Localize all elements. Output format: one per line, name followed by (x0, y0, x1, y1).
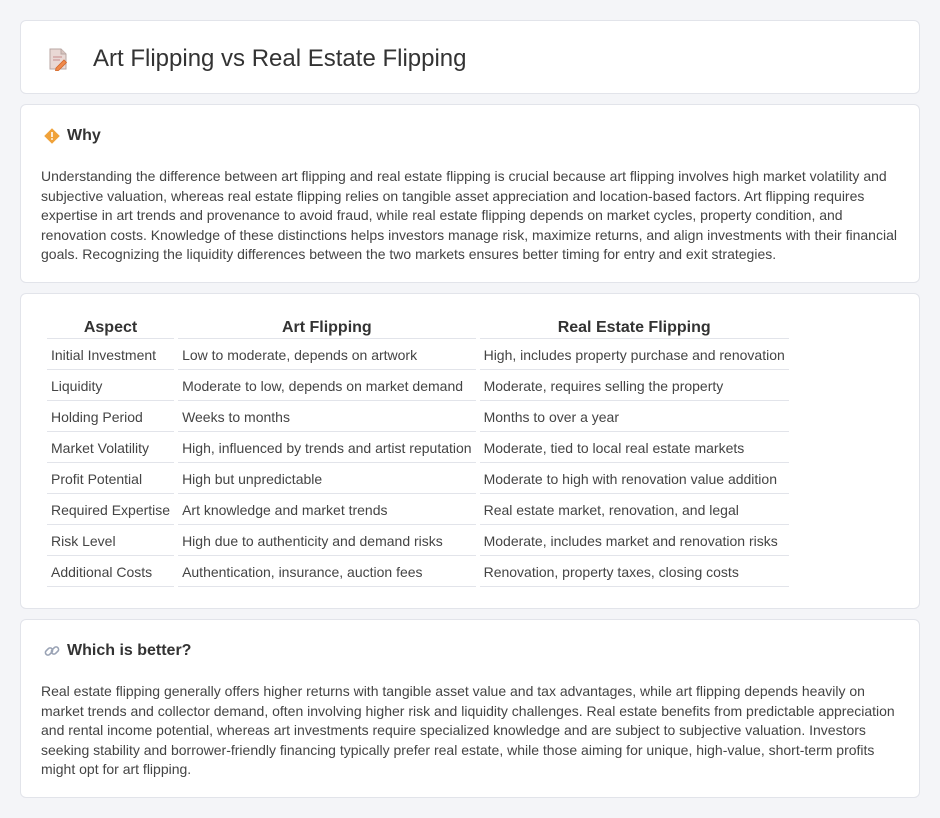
art-cell: Art knowledge and market trends (178, 496, 476, 525)
real-estate-cell: Moderate, tied to local real estate mark… (479, 434, 789, 463)
art-cell: Moderate to low, depends on market deman… (178, 372, 476, 401)
document-pencil-icon (49, 48, 68, 71)
column-header-real-estate: Real Estate Flipping (479, 316, 789, 339)
aspect-cell: Profit Potential (47, 465, 175, 494)
table-row: Risk Level High due to authenticity and … (47, 527, 789, 556)
aspect-cell: Holding Period (47, 403, 175, 432)
real-estate-cell: Real estate market, renovation, and lega… (479, 496, 789, 525)
page-title: Art Flipping vs Real Estate Flipping (93, 45, 467, 72)
why-heading-row: Why (43, 127, 101, 145)
why-text: Understanding the difference between art… (41, 168, 897, 262)
diamond-warning-icon (44, 128, 60, 144)
table-row: Profit Potential High but unpredictable … (47, 465, 789, 494)
real-estate-cell: Moderate, requires selling the property (479, 372, 789, 401)
real-estate-cell: Months to over a year (479, 403, 789, 432)
art-cell: High due to authenticity and demand risk… (178, 527, 476, 556)
comparison-table: Aspect Art Flipping Real Estate Flipping… (43, 314, 793, 589)
better-heading-row: Which is better? (43, 642, 191, 660)
aspect-cell: Market Volatility (47, 434, 175, 463)
art-cell: High, influenced by trends and artist re… (178, 434, 476, 463)
aspect-cell: Required Expertise (47, 496, 175, 525)
table-row: Initial Investment Low to moderate, depe… (47, 341, 789, 370)
table-row: Required Expertise Art knowledge and mar… (47, 496, 789, 525)
table-row: Liquidity Moderate to low, depends on ma… (47, 372, 789, 401)
which-is-better-section: Which is better? Real estate flipping ge… (20, 619, 920, 798)
aspect-cell: Initial Investment (47, 341, 175, 370)
comparison-section: Aspect Art Flipping Real Estate Flipping… (20, 293, 920, 609)
better-heading: Which is better? (67, 642, 192, 659)
aspect-cell: Additional Costs (47, 558, 175, 587)
title-card: Art Flipping vs Real Estate Flipping (20, 20, 920, 94)
column-header-aspect: Aspect (47, 316, 175, 339)
aspect-cell: Risk Level (47, 527, 175, 556)
aspect-cell: Liquidity (47, 372, 175, 401)
art-cell: High but unpredictable (178, 465, 476, 494)
table-row: Holding Period Weeks to months Months to… (47, 403, 789, 432)
art-cell: Weeks to months (178, 403, 476, 432)
real-estate-cell: Renovation, property taxes, closing cost… (479, 558, 789, 587)
table-header-row: Aspect Art Flipping Real Estate Flipping (47, 316, 789, 339)
table-row: Additional Costs Authentication, insuran… (47, 558, 789, 587)
real-estate-cell: Moderate to high with renovation value a… (479, 465, 789, 494)
art-cell: Low to moderate, depends on artwork (178, 341, 476, 370)
link-icon (44, 646, 60, 656)
art-cell: Authentication, insurance, auction fees (178, 558, 476, 587)
real-estate-cell: High, includes property purchase and ren… (479, 341, 789, 370)
column-header-art: Art Flipping (178, 316, 476, 339)
why-section: Why Understanding the difference between… (20, 104, 920, 283)
real-estate-cell: Moderate, includes market and renovation… (479, 527, 789, 556)
table-row: Market Volatility High, influenced by tr… (47, 434, 789, 463)
better-text: Real estate flipping generally offers hi… (41, 683, 895, 777)
why-heading: Why (67, 127, 101, 144)
